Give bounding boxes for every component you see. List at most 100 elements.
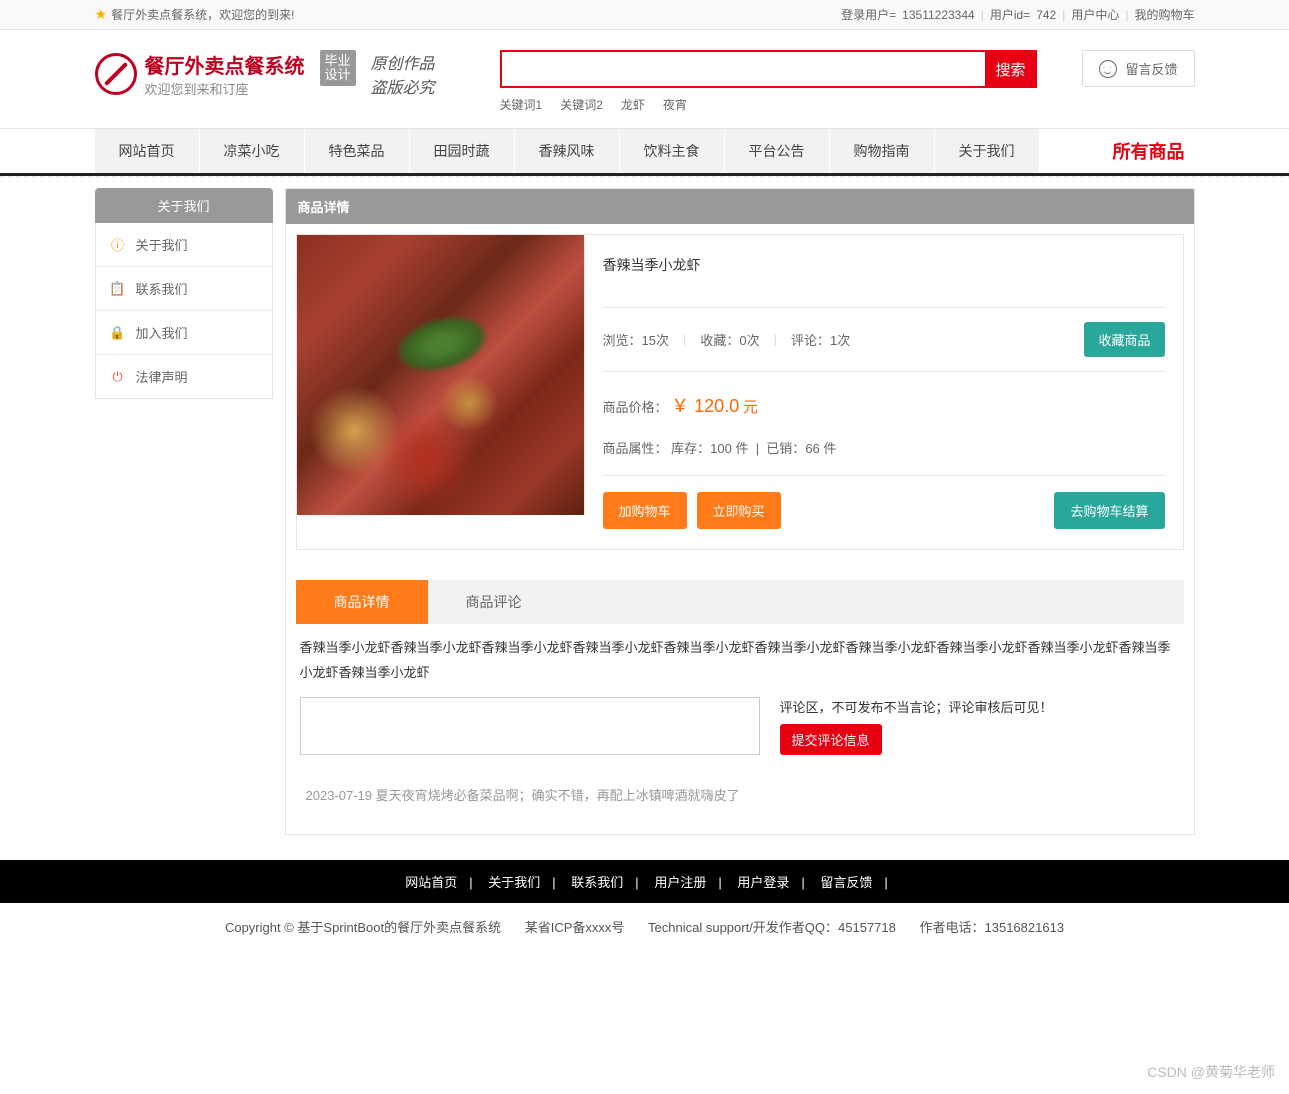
buy-now-button[interactable]: 立即购买: [697, 492, 781, 529]
submit-comment-button[interactable]: 提交评论信息: [780, 724, 882, 755]
sidebar-title: 关于我们: [95, 188, 273, 223]
sidebar-item-contact[interactable]: 📋 联系我们: [96, 267, 272, 311]
product-meta: 浏览：15次 | 收藏：0次 | 评论：1次 收藏商品: [603, 307, 1165, 372]
attr-row: 商品属性： 库存：100 件 | 已销：66 件: [603, 438, 1165, 476]
keyword-link[interactable]: 关键词1: [500, 96, 543, 113]
content-header: 商品详情: [286, 189, 1194, 224]
fav-count: 0次: [739, 333, 759, 348]
keyword-link[interactable]: 龙虾: [621, 96, 645, 113]
power-icon: ⏻: [110, 369, 126, 385]
tech-support: Technical support/开发作者QQ：45157718: [648, 920, 896, 935]
product-panel: 香辣当季小龙虾 浏览：15次 | 收藏：0次 | 评论：1次 收藏商品 商品价格…: [296, 234, 1184, 550]
nav-about[interactable]: 关于我们: [935, 129, 1039, 173]
tabs: 商品详情 商品评论: [296, 580, 1184, 624]
keyword-list: 关键词1 关键词2 龙虾 夜宵: [500, 96, 1038, 113]
product-info: 香辣当季小龙虾 浏览：15次 | 收藏：0次 | 评论：1次 收藏商品 商品价格…: [585, 235, 1183, 549]
separator: |: [1062, 8, 1065, 22]
separator: |: [1125, 8, 1128, 22]
sidebar: 关于我们 ⓘ 关于我们 📋 联系我们 🔒 加入我们 ⏻ 法律声明: [95, 188, 273, 835]
site-title: 餐厅外卖点餐系统: [145, 50, 305, 79]
welcome-area: ★ 餐厅外卖点餐系统，欢迎您的到来!: [95, 6, 295, 23]
feedback-icon: [1099, 60, 1117, 78]
footer-link[interactable]: 网站首页: [405, 875, 457, 890]
comment-textarea[interactable]: [300, 697, 760, 755]
comment-hint: 评论区，不可发布不当言论；评论审核后可见！: [780, 697, 1180, 716]
search-button[interactable]: 搜索: [985, 52, 1035, 86]
footer-link[interactable]: 用户注册: [654, 875, 706, 890]
sidebar-item-join[interactable]: 🔒 加入我们: [96, 311, 272, 355]
search-area: 搜索 关键词1 关键词2 龙虾 夜宵: [500, 50, 1038, 113]
collect-button[interactable]: 收藏商品: [1084, 322, 1164, 357]
sidebar-item-about[interactable]: ⓘ 关于我们: [96, 223, 272, 267]
separator: |: [774, 332, 777, 347]
comment-count: 1次: [830, 333, 850, 348]
nav-special[interactable]: 特色菜品: [305, 129, 409, 173]
search-input[interactable]: [502, 52, 986, 86]
action-row: 加购物车 立即购买 去购物车结算: [603, 492, 1165, 529]
sidebar-item-label: 加入我们: [136, 323, 188, 342]
footer-link[interactable]: 用户登录: [737, 875, 789, 890]
keyword-link[interactable]: 关键词2: [560, 96, 603, 113]
welcome-text: 餐厅外卖点餐系统，欢迎您的到来!: [111, 6, 294, 23]
views-count: 15次: [642, 333, 669, 348]
info-icon: ⓘ: [110, 237, 126, 253]
nav-drinks[interactable]: 饮料主食: [620, 129, 724, 173]
login-user-label: 登录用户=: [841, 6, 896, 23]
separator: |: [981, 8, 984, 22]
header: 餐厅外卖点餐系统 欢迎您到来和订座 毕业 设计 原创作品 盗版必究 搜索 关键词…: [95, 30, 1195, 123]
footer-nav: 网站首页| 关于我们| 联系我们| 用户注册| 用户登录| 留言反馈|: [0, 860, 1289, 903]
nav-home[interactable]: 网站首页: [95, 129, 199, 173]
sidebar-item-label: 关于我们: [136, 235, 188, 254]
lock-icon: 🔒: [110, 325, 126, 341]
product-title: 香辣当季小龙虾: [603, 255, 1165, 291]
copyright: Copyright © 基于SprintBoot的餐厅外卖点餐系统: [225, 920, 501, 935]
my-cart-link[interactable]: 我的购物车: [1134, 6, 1194, 23]
sidebar-item-label: 联系我们: [136, 279, 188, 298]
user-id-link[interactable]: 742: [1036, 8, 1056, 22]
site-subtitle: 欢迎您到来和订座: [145, 79, 305, 98]
feedback-button[interactable]: 留言反馈: [1082, 50, 1194, 87]
tab-detail[interactable]: 商品详情: [296, 580, 428, 624]
price-row: 商品价格： ￥ 120.0 元: [603, 392, 1165, 418]
stock-value: 100 件: [710, 441, 748, 456]
nav-announce[interactable]: 平台公告: [725, 129, 829, 173]
icp: 某省ICP备xxxx号: [525, 920, 625, 935]
clipboard-icon: 📋: [110, 281, 126, 297]
content-panel: 商品详情 香辣当季小龙虾 浏览：15次 | 收藏：0次 | 评论：1次 收藏商品…: [285, 188, 1195, 835]
star-icon: ★: [95, 6, 108, 23]
nav-vegetable[interactable]: 田园时蔬: [410, 129, 514, 173]
existing-comment: 2023-07-19 夏天夜宵烧烤必备菜品啊；确实不错，再配上冰镇啤酒就嗨皮了: [306, 785, 1174, 804]
sidebar-item-legal[interactable]: ⏻ 法律声明: [96, 355, 272, 398]
nav-cold-dishes[interactable]: 凉菜小吃: [200, 129, 304, 173]
divider: [0, 176, 1289, 178]
separator: |: [683, 332, 686, 347]
sold-value: 66 件: [805, 441, 836, 456]
add-cart-button[interactable]: 加购物车: [603, 492, 687, 529]
nav-spicy[interactable]: 香辣风味: [515, 129, 619, 173]
user-center-link[interactable]: 用户中心: [1071, 6, 1119, 23]
footer-info: Copyright © 基于SprintBoot的餐厅外卖点餐系统 某省ICP备…: [0, 903, 1289, 956]
footer-link[interactable]: 关于我们: [488, 875, 540, 890]
slogan: 原创作品 盗版必究: [371, 50, 435, 98]
checkout-button[interactable]: 去购物车结算: [1054, 492, 1164, 529]
nav-all-products[interactable]: 所有商品: [1113, 138, 1195, 164]
user-id-label: 用户id=: [990, 6, 1030, 23]
price-value: 120.0: [694, 396, 739, 416]
product-description: 香辣当季小龙虾香辣当季小龙虾香辣当季小龙虾香辣当季小龙虾香辣当季小龙虾香辣当季小…: [286, 624, 1194, 697]
top-bar: ★ 餐厅外卖点餐系统，欢迎您的到来! 登录用户= 13511223344 | 用户…: [0, 0, 1289, 30]
tab-comments[interactable]: 商品评论: [428, 580, 560, 624]
login-user-link[interactable]: 13511223344: [902, 8, 975, 22]
badge-box: 毕业 设计: [320, 50, 356, 86]
top-right-links: 登录用户= 13511223344 | 用户id= 742 | 用户中心 | 我的购…: [841, 6, 1194, 23]
nav-guide[interactable]: 购物指南: [830, 129, 934, 173]
watermark: CSDN @黄菊华老师: [1147, 1062, 1275, 1082]
footer-link[interactable]: 留言反馈: [820, 875, 872, 890]
logo-area[interactable]: 餐厅外卖点餐系统 欢迎您到来和订座: [95, 50, 305, 98]
nav-bar: 网站首页 凉菜小吃 特色菜品 田园时蔬 香辣风味 饮料主食 平台公告 购物指南 …: [0, 128, 1289, 176]
footer-link[interactable]: 联系我们: [571, 875, 623, 890]
logo-icon: [95, 53, 137, 95]
product-image: [297, 235, 585, 515]
comment-area: 评论区，不可发布不当言论；评论审核后可见！ 提交评论信息: [300, 697, 1180, 755]
sidebar-item-label: 法律声明: [136, 367, 188, 386]
keyword-link[interactable]: 夜宵: [663, 96, 687, 113]
